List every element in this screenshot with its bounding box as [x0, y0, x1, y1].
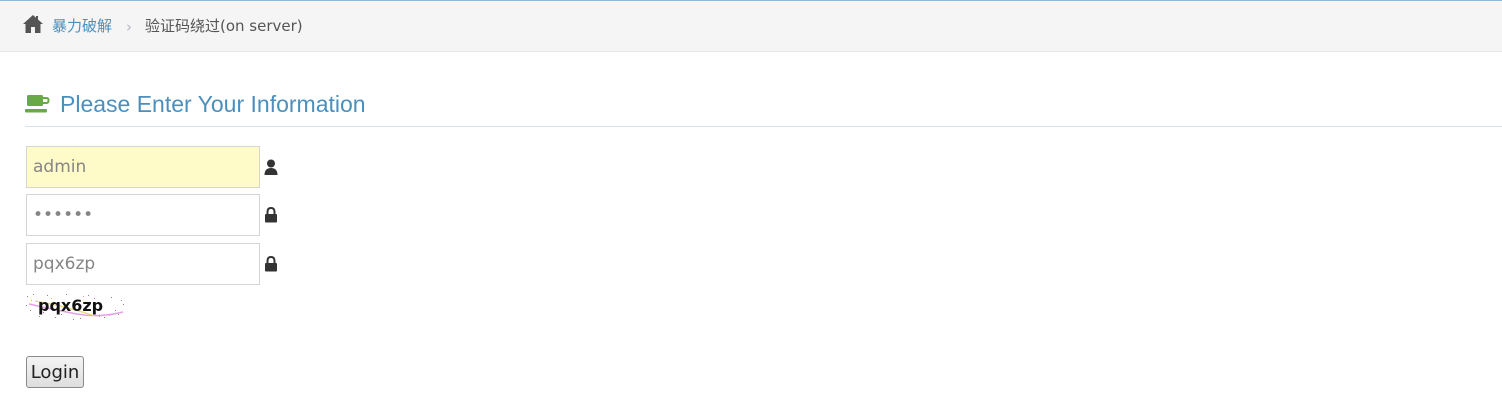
coffee-cup-icon — [25, 95, 50, 113]
page-title: Please Enter Your Information — [60, 91, 366, 117]
form-header: Please Enter Your Information — [25, 90, 1502, 127]
breadcrumb: 暴力破解 › 验证码绕过(on server) — [0, 1, 1502, 52]
captcha-text: pqx6zp — [38, 296, 103, 315]
username-field[interactable] — [26, 146, 260, 188]
captcha-image[interactable]: pqx6zp — [25, 292, 127, 320]
user-icon — [264, 159, 278, 175]
captcha-input[interactable] — [26, 243, 260, 285]
password-field[interactable] — [26, 194, 260, 236]
breadcrumb-link-brute-force[interactable]: 暴力破解 — [52, 17, 112, 35]
home-icon[interactable] — [22, 14, 44, 34]
lock-icon — [265, 207, 277, 223]
breadcrumb-separator: › — [126, 18, 132, 36]
breadcrumb-current: 验证码绕过(on server) — [145, 17, 303, 35]
login-button[interactable]: Login — [26, 356, 84, 388]
lock-icon — [265, 256, 277, 272]
main-content: Please Enter Your Information admin ••••… — [0, 52, 1502, 416]
